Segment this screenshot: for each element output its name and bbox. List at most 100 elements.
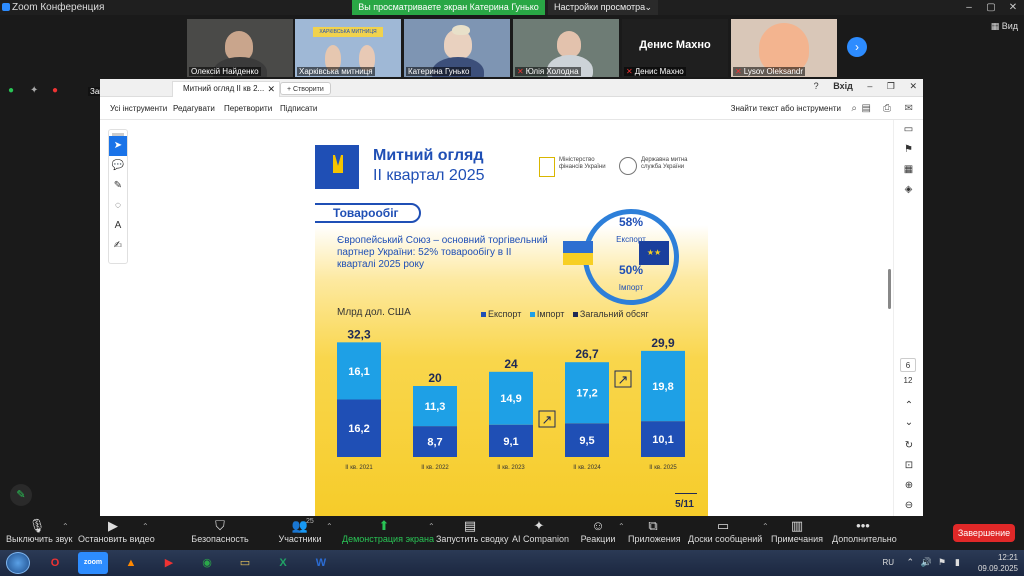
find-tools-field[interactable]: Знайти текст або інструменти [731, 104, 841, 113]
flag-icon[interactable]: ⚑ [938, 557, 946, 568]
record-icon: ● [52, 85, 59, 96]
next-page-button[interactable]: › [847, 37, 867, 57]
annotate-pen-button[interactable]: ✎ [10, 484, 32, 506]
text-tool-icon[interactable]: A [109, 216, 127, 236]
chevron-up-icon[interactable]: ⌃ [142, 522, 149, 531]
ai-companion-button[interactable]: ✦ AI Companion [512, 518, 569, 544]
vertical-scrollbar[interactable] [888, 269, 891, 309]
participants-button[interactable]: 👥 25 Участники [270, 518, 330, 544]
menu-edit[interactable]: Редагувати [173, 104, 215, 113]
minimize-button[interactable]: – [867, 81, 872, 91]
comment-tool-icon[interactable]: 💬 [109, 156, 127, 176]
tray-arrow-icon[interactable]: ⌃ [906, 557, 914, 568]
apps-button[interactable]: ⧉ Приложения [628, 518, 681, 544]
sign-in-button[interactable]: Вхід [833, 81, 853, 91]
menu-sign[interactable]: Підписати [280, 104, 317, 113]
help-icon[interactable]: ? [814, 81, 819, 91]
reactions-button[interactable]: ☺ Реакции [578, 518, 618, 544]
chevron-up-icon[interactable]: ⌃ [762, 522, 769, 531]
clock-time: 12:21 [997, 553, 1018, 562]
search-icon[interactable]: ⌕ [851, 103, 857, 114]
document-tab[interactable]: Митний огляд II кв 2... ✕ [172, 81, 280, 97]
excel-icon[interactable]: X [268, 552, 298, 574]
save-icon[interactable]: ▤ [862, 103, 871, 114]
legend-swatch [529, 311, 535, 317]
pen-tool-icon[interactable]: ✎ [109, 176, 127, 196]
file-explorer-icon[interactable]: ▭ [230, 552, 260, 574]
notes-icon: ▥ [790, 518, 804, 533]
total-value-label: 26,7 [575, 347, 599, 361]
zoom-icon[interactable]: zoom [78, 552, 108, 574]
chevron-up-icon[interactable]: ⌃ [428, 522, 435, 531]
opera-icon[interactable]: O [40, 552, 70, 574]
menu-convert[interactable]: Перетворити [224, 104, 272, 113]
restore-button[interactable]: ❐ [887, 81, 895, 91]
comments-icon[interactable]: ▭ [894, 120, 923, 140]
participant-tile[interactable]: Олексій Найденко [187, 19, 293, 77]
recording-bar: ● ✦ ● Запись... ❚❚ ■ [0, 85, 171, 99]
participant-tile[interactable]: ✕ Lysov Oleksandr [731, 19, 837, 77]
export-value-label: 16,2 [348, 423, 369, 435]
mail-icon[interactable]: ✉ [905, 103, 913, 114]
thumbnails-icon[interactable]: ▦ [894, 160, 923, 180]
more-button[interactable]: ••• Дополнительно [832, 518, 897, 544]
export-value-label: 9,5 [579, 435, 594, 447]
participant-tile[interactable]: ✕ Юлія Холодна [513, 19, 619, 77]
start-button[interactable] [6, 552, 30, 574]
chevron-up-icon[interactable]: ⌃ [326, 522, 333, 531]
view-options-button[interactable]: Настройки просмотра ⌄ [548, 0, 658, 15]
maximize-button[interactable]: ▢ [980, 0, 1002, 15]
select-tool-icon[interactable]: ➤ [109, 136, 127, 156]
ukraine-flag-icon [563, 241, 593, 265]
chevron-up-icon[interactable]: ⌃ [618, 522, 625, 531]
network-icon[interactable]: ▮ [955, 557, 960, 568]
notes-button[interactable]: ▥ Примечания [770, 518, 824, 544]
summary-button[interactable]: ▤ Запустить сводку [436, 518, 508, 544]
mute-button[interactable]: 🎙 Выключить звук [6, 518, 73, 544]
media-player-icon[interactable]: ▶ [154, 552, 184, 574]
smiley-icon: ☺ [591, 518, 605, 533]
new-tab-button[interactable]: + Створити [280, 82, 331, 95]
legend-import: Імпорт [536, 309, 565, 319]
security-button[interactable]: ⛉ Безопасность [190, 518, 250, 544]
minimize-button[interactable]: – [958, 0, 980, 15]
participant-tile[interactable]: Денис Махно ✕ Денис Махно [622, 19, 728, 77]
end-meeting-button[interactable]: Завершение [953, 524, 1015, 542]
menu-all-tools[interactable]: Усі інструменти [110, 104, 167, 113]
stamp-tool-icon[interactable]: ✍ [109, 236, 127, 256]
bookmark-icon[interactable]: ⚑ [894, 140, 923, 160]
chrome-icon[interactable]: ◉ [192, 552, 222, 574]
participant-tile[interactable]: ХАРКІВСЬКА МИТНИЦЯ Харківська митниця [295, 19, 401, 77]
refresh-icon[interactable]: ↻ [894, 436, 924, 456]
close-button[interactable]: ✕ [1002, 0, 1024, 15]
shape-tool-icon[interactable]: ◌ [109, 196, 127, 216]
clock[interactable]: 12:21 09.09.2025 [968, 552, 1018, 574]
pdf-page: Митний огляд ІІ квартал 2025 Міністерств… [315, 123, 708, 516]
total-value-label: 24 [504, 357, 518, 371]
summary-icon: ▤ [463, 518, 477, 533]
zoom-out-icon[interactable]: ⊖ [894, 496, 924, 516]
video-label: Остановить видео [78, 534, 155, 544]
layers-icon[interactable]: ◈ [894, 180, 923, 200]
participant-tile[interactable]: Катерина Гунько [404, 19, 510, 77]
chevron-up-icon[interactable]: ⌃ [62, 522, 69, 531]
language-indicator[interactable]: RU [882, 558, 894, 567]
export-label: Експорт [616, 235, 646, 244]
whiteboards-button[interactable]: ▭ Доски сообщений [688, 518, 762, 544]
current-page-field[interactable]: 6 [900, 358, 916, 372]
zoom-in-icon[interactable]: ⊕ [894, 476, 924, 496]
volume-icon[interactable]: 🔊 [921, 557, 932, 568]
participant-video [557, 31, 581, 57]
close-tab-icon[interactable]: ✕ [267, 82, 275, 96]
total-value-label: 29,9 [651, 336, 675, 350]
vlc-icon[interactable]: ▲ [116, 552, 146, 574]
close-button[interactable]: ✕ [909, 81, 917, 91]
page-down-icon[interactable]: ⌄ [894, 413, 924, 433]
print-icon[interactable]: ⎙ [883, 103, 891, 114]
word-icon[interactable]: W [306, 552, 336, 574]
stop-video-button[interactable]: ▶ Остановить видео [78, 518, 155, 544]
view-button[interactable]: ▦ Вид [991, 21, 1018, 32]
page-zoom-icon[interactable]: ⊡ [894, 456, 924, 476]
ai-sparkle-icon: ✦ [30, 85, 39, 96]
share-screen-button[interactable]: ⬆ Демонстрация экрана [342, 518, 434, 544]
